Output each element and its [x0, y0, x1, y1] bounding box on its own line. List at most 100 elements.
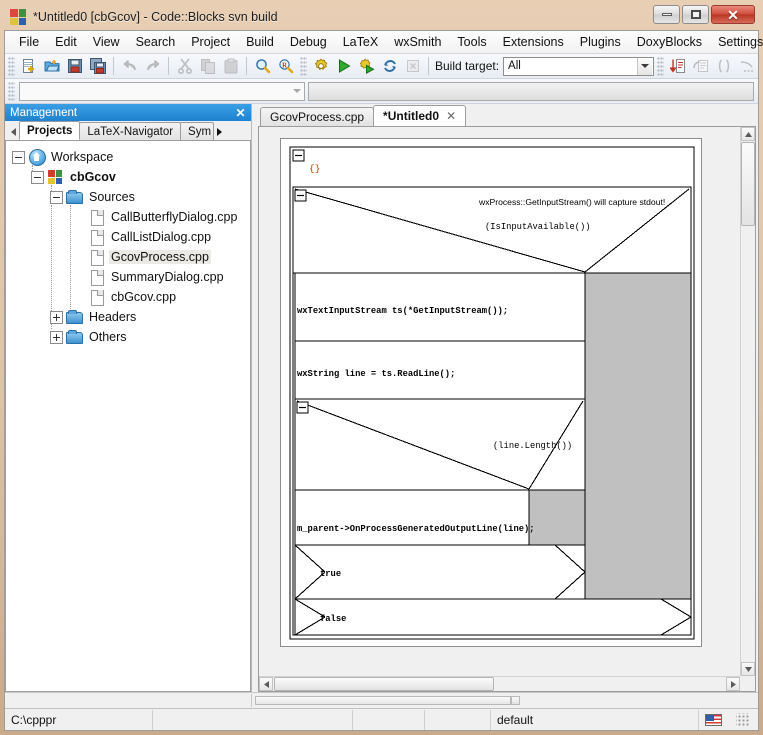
toolbar-grip[interactable]: [8, 57, 15, 76]
tab-symbols[interactable]: Sym: [180, 122, 214, 140]
tree-item-sources[interactable]: Sources: [6, 187, 250, 207]
menu-file[interactable]: File: [11, 32, 47, 52]
scroll-down-button[interactable]: [741, 662, 755, 676]
abort-build-button[interactable]: [401, 56, 424, 77]
body-area: Management ✕ Projects LaTeX-Navigator Sy…: [5, 104, 758, 692]
step-out-button[interactable]: [735, 56, 758, 77]
tree-item-cbgcov-cpp[interactable]: cbGcov.cpp: [6, 287, 250, 307]
tree-expander-plus-icon[interactable]: [50, 311, 63, 324]
symbol-combo[interactable]: [19, 82, 305, 101]
maximize-button[interactable]: [682, 5, 709, 24]
new-file-button[interactable]: [17, 56, 40, 77]
diagram-comment-text: wxProcess::GetInputStream() will capture…: [478, 197, 665, 207]
cut-button[interactable]: [173, 56, 196, 77]
vertical-scroll-thumb[interactable]: [741, 142, 755, 226]
tree-item-summarydialog-cpp[interactable]: SummaryDialog.cpp: [6, 267, 250, 287]
build-and-run-button[interactable]: [355, 56, 378, 77]
tab-latex-navigator[interactable]: LaTeX-Navigator: [79, 122, 181, 140]
build-button[interactable]: [309, 56, 332, 77]
debug-continue-button[interactable]: [666, 56, 689, 77]
build-target-value: All: [508, 60, 521, 72]
tree-item-callbutterflydialog-cpp[interactable]: CallButterflyDialog.cpp: [6, 207, 250, 227]
editor-tab-untitled0[interactable]: *Untitled0 ✕: [373, 105, 466, 126]
canvas-vertical-scrollbar[interactable]: [740, 127, 755, 676]
close-button[interactable]: ✕: [711, 5, 755, 24]
diagram-statement-1: wxTextInputStream ts(*GetInputStream());: [297, 306, 508, 316]
redo-button[interactable]: [141, 56, 164, 77]
open-file-button[interactable]: [40, 56, 63, 77]
horizontal-scroll-thumb[interactable]: [274, 677, 494, 691]
tree-item-calllistdialog-cpp[interactable]: CallListDialog.cpp: [6, 227, 250, 247]
undo-button[interactable]: [118, 56, 141, 77]
editor-tab-label: GcovProcess.cpp: [270, 110, 364, 124]
scroll-up-button[interactable]: [741, 127, 755, 141]
replace-button[interactable]: R: [274, 56, 297, 77]
tree-expander-minus-icon[interactable]: [31, 171, 44, 184]
find-button[interactable]: [251, 56, 274, 77]
build-target-label: Build target:: [435, 59, 499, 73]
close-icon[interactable]: ✕: [446, 109, 456, 123]
status-cell-2: [153, 710, 353, 730]
tree-expander-minus-icon[interactable]: [50, 191, 63, 204]
tab-scroll-right-button[interactable]: [213, 123, 225, 140]
menu-search[interactable]: Search: [128, 32, 184, 52]
chevron-left-icon: [11, 128, 16, 136]
management-panel: Management ✕ Projects LaTeX-Navigator Sy…: [5, 104, 252, 692]
tree-item-headers[interactable]: Headers: [6, 307, 250, 327]
toolbar-separator: [246, 57, 247, 75]
secondary-toolbar-grip[interactable]: [8, 82, 15, 101]
menu-doxyblocks[interactable]: DoxyBlocks: [629, 32, 710, 52]
save-all-button[interactable]: [86, 56, 109, 77]
editor-tab-gcovprocess-cpp[interactable]: GcovProcess.cpp: [260, 107, 374, 126]
save-button[interactable]: [63, 56, 86, 77]
run-button[interactable]: [332, 56, 355, 77]
copy-button[interactable]: [196, 56, 219, 77]
debug-toolbar-grip[interactable]: [657, 57, 664, 76]
secondary-toolbar-field[interactable]: [308, 82, 754, 101]
tab-projects[interactable]: Projects: [19, 121, 80, 140]
tree-item-workspace[interactable]: Workspace: [6, 147, 250, 167]
rebuild-button[interactable]: [378, 56, 401, 77]
window-resize-grip[interactable]: [736, 713, 750, 727]
menu-build[interactable]: Build: [238, 32, 282, 52]
menu-project[interactable]: Project: [183, 32, 238, 52]
management-close-button[interactable]: ✕: [234, 106, 247, 119]
step-over-button[interactable]: [689, 56, 712, 77]
toolbar-separator: [428, 57, 429, 75]
build-toolbar-grip[interactable]: [300, 57, 307, 76]
tree-item-others[interactable]: Others: [6, 327, 250, 347]
scroll-right-button[interactable]: [726, 677, 740, 691]
structogram-page: {}: [280, 138, 702, 647]
build-target-combo[interactable]: All: [503, 57, 654, 76]
paste-button[interactable]: [219, 56, 242, 77]
menu-plugins[interactable]: Plugins: [572, 32, 629, 52]
menu-wxsmith[interactable]: wxSmith: [386, 32, 449, 52]
chevron-right-icon: [217, 128, 222, 136]
project-icon: [48, 170, 62, 184]
tree-expander-plus-icon[interactable]: [50, 331, 63, 344]
menu-latex[interactable]: LaTeX: [335, 32, 386, 52]
menu-view[interactable]: View: [85, 32, 128, 52]
tree-expander-minus-icon[interactable]: [12, 151, 25, 164]
tree-item-label: Sources: [87, 190, 137, 204]
file-icon: [88, 249, 105, 265]
status-cell-4: [425, 710, 491, 730]
structogram-canvas[interactable]: {}: [258, 126, 756, 692]
tree-item-gcovprocess-cpp[interactable]: GcovProcess.cpp: [6, 247, 250, 267]
scroll-left-button[interactable]: [259, 677, 273, 691]
menu-tools[interactable]: Tools: [449, 32, 494, 52]
tree-item-cbgcov[interactable]: cbGcov: [6, 167, 250, 187]
tab-scroll-left-button[interactable]: [7, 123, 19, 140]
menu-edit[interactable]: Edit: [47, 32, 85, 52]
tree-item-label: SummaryDialog.cpp: [109, 270, 226, 284]
canvas-horizontal-scrollbar[interactable]: [259, 676, 740, 691]
menu-debug[interactable]: Debug: [282, 32, 335, 52]
codeblocks-icon: [10, 9, 26, 25]
menu-extensions[interactable]: Extensions: [495, 32, 572, 52]
step-into-button[interactable]: [712, 56, 735, 77]
minimize-button[interactable]: [653, 5, 680, 24]
bottom-splitter[interactable]: [5, 692, 758, 708]
project-tree[interactable]: Workspace cbGcov Sources: [5, 141, 251, 692]
menu-settings[interactable]: Settings: [710, 32, 763, 52]
nassi-shneiderman-diagram[interactable]: {}: [289, 146, 695, 640]
